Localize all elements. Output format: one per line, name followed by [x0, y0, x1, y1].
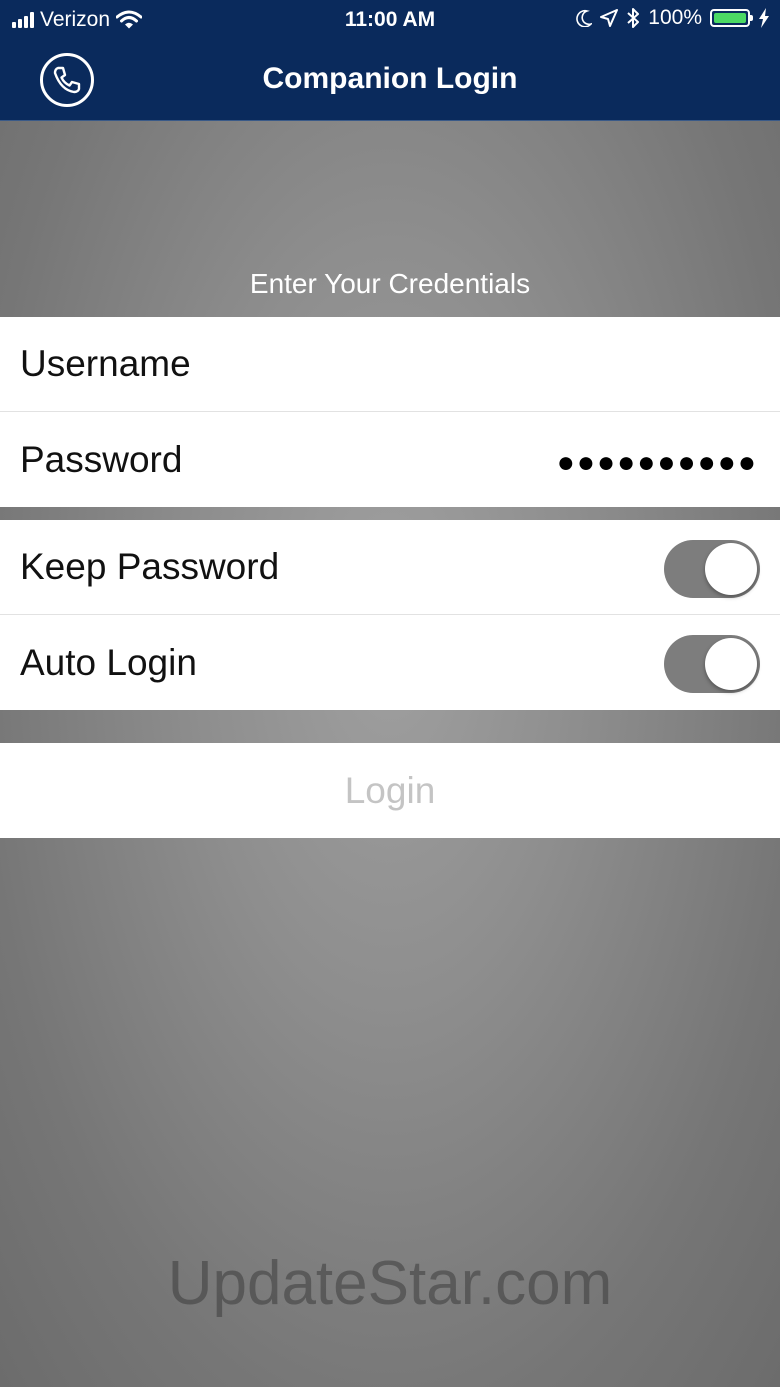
bluetooth-icon	[627, 8, 640, 28]
username-label: Username	[20, 343, 191, 384]
login-button[interactable]: Login	[0, 743, 780, 838]
auto-login-label: Auto Login	[20, 641, 197, 683]
auto-login-row: Auto Login	[0, 615, 780, 710]
moon-icon	[576, 9, 593, 27]
password-value: ●●●●●●●●●●	[556, 446, 758, 479]
auto-login-toggle[interactable]	[664, 635, 760, 693]
toggle-knob	[705, 638, 757, 690]
status-bar: Verizon 11:00 AM 100%	[0, 0, 780, 40]
battery-level	[714, 13, 746, 23]
keep-password-label: Keep Password	[20, 546, 280, 587]
username-field[interactable]: Username	[0, 317, 780, 412]
battery-icon	[710, 9, 753, 27]
watermark: UpdateStar.com	[167, 1249, 613, 1318]
keep-password-toggle[interactable]	[664, 540, 760, 598]
battery-percent: 100%	[648, 6, 702, 29]
toggle-knob	[705, 543, 757, 595]
credentials-group: Username Password ●●●●●●●●●●	[0, 317, 780, 507]
keep-password-row: Keep Password	[0, 520, 780, 615]
charging-bolt-icon	[759, 8, 769, 28]
options-group: Keep Password Auto Login	[0, 520, 780, 710]
login-label: Login	[344, 769, 436, 811]
credentials-header: Enter Your Credentials	[249, 268, 531, 299]
status-right: 100%	[576, 6, 770, 30]
page-title: Companion Login	[262, 62, 518, 95]
location-arrow-icon	[600, 9, 619, 27]
password-label: Password	[20, 438, 183, 480]
password-field[interactable]: Password ●●●●●●●●●●	[0, 412, 780, 507]
navigation-bar: Companion Login	[0, 40, 780, 121]
